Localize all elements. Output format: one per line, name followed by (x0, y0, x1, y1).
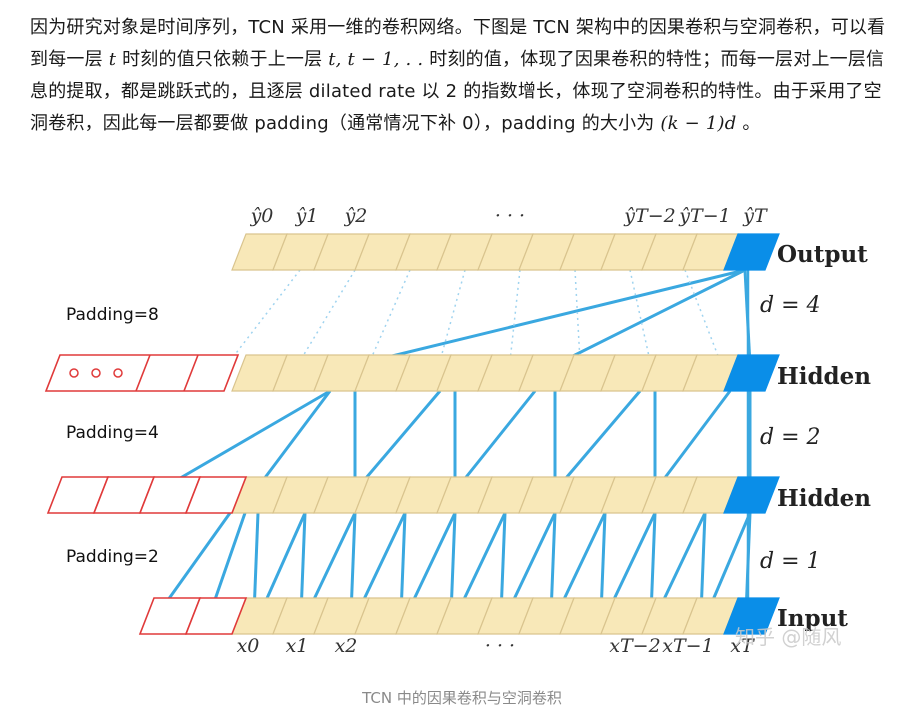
input-label-2: x2 (335, 635, 358, 657)
layer-strip-input (231, 597, 780, 635)
article-paragraph: 因为研究对象是时间序列，TCN 采用一维的卷积网络。下图是 TCN 架构中的因果… (30, 12, 890, 140)
conn-h2-j (653, 390, 732, 492)
padding-label-1: Padding=4 (66, 423, 159, 443)
conn-out-a (354, 268, 746, 367)
math-t-sequence: t, t − 1, . . (328, 49, 424, 70)
layer-label-0: Output (777, 241, 868, 268)
padding-cells-hidden-1 (46, 476, 248, 514)
conn-faint-0 (229, 269, 301, 362)
tcn-diagram: ŷ0 ŷ1 ŷ2 · · · ŷT−2 ŷT−1 ŷT x0 x1 x2 · · · xT−2 xT−1… (0, 192, 924, 662)
output-label-2: ŷ2 (344, 205, 368, 227)
padding-label-0: Padding=8 (66, 305, 159, 325)
watermark-text: 知乎 @随风 (735, 625, 841, 649)
math-padding-size: (k − 1)d (660, 113, 737, 134)
output-label-6: ŷT (742, 205, 768, 227)
output-label-4: ŷT−2 (623, 205, 675, 227)
layer-label-2: Hidden (777, 485, 871, 512)
dilation-label-2: d = 1 (760, 549, 821, 574)
input-label-1: x1 (286, 635, 309, 657)
conn-h2-f (453, 390, 537, 492)
dilation-label-1: d = 2 (760, 425, 821, 450)
layer-strip-hidden-1 (231, 476, 780, 514)
layer-label-1: Hidden (777, 363, 871, 390)
input-label-5: xT−1 (662, 635, 713, 657)
padding-label-2: Padding=2 (66, 547, 159, 567)
dilation-label-0: d = 4 (760, 293, 821, 318)
padding-cells-hidden-2 (44, 354, 240, 392)
paragraph-text-4: 。 (742, 113, 761, 134)
conn-h2-a (157, 389, 331, 493)
math-t: t (108, 49, 117, 70)
input-label-3: · · · (485, 635, 515, 657)
input-label-0: x0 (237, 635, 260, 657)
figure-caption: TCN 中的因果卷积与空洞卷积 (362, 689, 562, 707)
conn-h2-d (353, 390, 442, 492)
conn-faint-4 (509, 269, 521, 362)
output-label-5: ŷT−1 (678, 205, 730, 227)
output-label-0: ŷ0 (250, 205, 274, 227)
conn-out-b (554, 268, 746, 367)
conn-faint-6 (629, 269, 651, 362)
padding-region (44, 354, 240, 392)
input-label-4: xT−2 (609, 635, 660, 657)
paragraph-text-2: 时刻的值只依赖于上一层 (122, 49, 329, 70)
conn-h2-h (553, 390, 642, 492)
conn-faint-5 (574, 269, 581, 362)
conn-faint-3 (439, 269, 466, 362)
conn-h2-b (253, 390, 332, 492)
layer-strip-output (231, 233, 780, 271)
padding-cells-input (138, 597, 248, 635)
conn-faint-1 (299, 269, 356, 362)
conn-faint-2 (369, 269, 411, 362)
output-label-3: · · · (495, 205, 525, 227)
tcn-diagram-svg: ŷ0 ŷ1 ŷ2 · · · ŷT−2 ŷT−1 ŷT x0 x1 x2 · · · xT−2 xT−1… (44, 205, 871, 657)
layer-strip-hidden-2 (231, 354, 780, 392)
output-label-1: ŷ1 (295, 205, 319, 227)
